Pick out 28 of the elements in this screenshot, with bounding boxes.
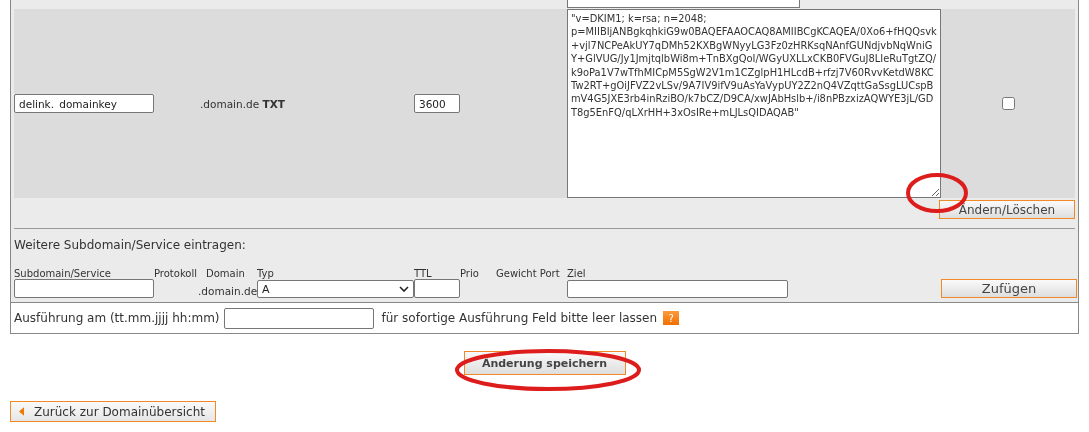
type-dropdown[interactable]: A bbox=[257, 280, 414, 298]
ttl-field[interactable] bbox=[414, 279, 460, 298]
schedule-label: Ausführung am (tt.mm.jjjj hh:mm) bbox=[14, 311, 220, 325]
update-button[interactable]: Ändern/Löschen bbox=[939, 200, 1075, 219]
date-time-field[interactable] bbox=[223, 307, 374, 329]
target-field[interactable] bbox=[567, 280, 788, 298]
domain-label: .domain.de TXT bbox=[200, 97, 285, 110]
column-label: TTL bbox=[414, 268, 432, 279]
add-button[interactable]: Zufügen bbox=[941, 279, 1077, 298]
column-label: Gewicht Port bbox=[496, 268, 560, 279]
domain-label: .domain.de bbox=[198, 285, 258, 297]
column-label: Prio bbox=[460, 268, 479, 279]
subdomain-field[interactable]: delink._domainkey bbox=[14, 94, 154, 113]
hint-text: für sofortige Ausführung Feld bitte leer lassen bbox=[381, 311, 658, 325]
chevron-down-icon bbox=[399, 286, 409, 292]
ttl-field[interactable]: 3600 bbox=[414, 94, 460, 113]
triangle-left-icon bbox=[19, 407, 24, 416]
column-label: Ziel bbox=[567, 268, 586, 279]
back-link[interactable]: Zurück zur Domainübersicht bbox=[10, 401, 216, 422]
column-label: Protokoll bbox=[154, 268, 197, 279]
subdomain-field[interactable] bbox=[14, 279, 154, 298]
column-label: Typ bbox=[257, 268, 274, 279]
delete-checkbox[interactable] bbox=[1001, 97, 1015, 110]
column-label: Subdomain/Service bbox=[14, 268, 111, 279]
section-heading: Weitere Subdomain/Service eintragen: bbox=[14, 238, 247, 254]
value-text-area[interactable]: "v=DKIM1; k=rsa; n=2048; p=MIIBIjANBgkqhkiG9w0BAQEFAAOCAQ8AMIIBCgKCAQEA/0Xo6+fHQQsvk+vjl7NCPeAkUY7qDMh52KXBgWNyyLG3Fz0zHRKsqNAnfGUNdjvbNqWniGY+GlVUG/Jy1JmjtqlbWi8m+TnBXgQoI/WGyUXLLxCKB0FVGuJ8LIeRuTgtZQ/k9oPa1V7wTfhMICpM5SgW2V1m1CZglpH1HLcdB+rfzj7V60RvvKetdW8KCTw2RT+gOiJFVZ2vLSv/9A7IV9ifV9uAsYaVypUY2Z2nQ4VZqttGaSsgLUCspBmV4G5JXE3rb4inRziBO/k7bCZ/D9CA/xwJAbHslb+/i8nPBzxizAQWYE3jL/GDT8g5EnFQ/qLXrHH+3xOsIRe+mLJLsQIDAQAB" bbox=[567, 9, 941, 198]
text-area[interactable] bbox=[567, 0, 800, 8]
column-label: Domain bbox=[206, 268, 245, 279]
